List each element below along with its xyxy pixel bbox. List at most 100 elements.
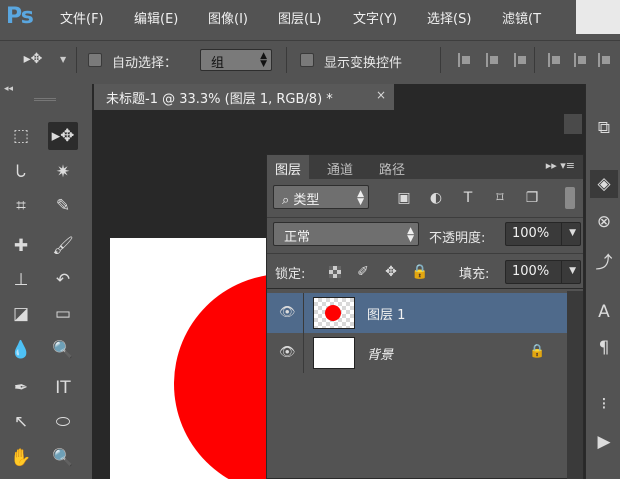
- filter-type-icon[interactable]: T: [459, 189, 477, 207]
- filter-shape-icon[interactable]: ⌑: [491, 189, 509, 207]
- collapse-icon[interactable]: ◂◂: [4, 84, 13, 94]
- move-tool-preset-icon[interactable]: ▸✥: [18, 45, 48, 73]
- opacity-value: 100%: [512, 226, 550, 241]
- filter-kind-value: 类型: [293, 193, 320, 208]
- swatches-icon[interactable]: ⁝: [590, 390, 618, 418]
- adjustments-icon[interactable]: ⊗: [590, 208, 618, 236]
- lock-position-icon[interactable]: ✥: [383, 264, 399, 280]
- type-tool-icon[interactable]: IT: [48, 374, 78, 402]
- menu-filter[interactable]: 滤镜(T: [502, 8, 541, 27]
- show-transform-checkbox[interactable]: [300, 53, 314, 67]
- layer-name: 背景: [367, 348, 394, 363]
- eye-icon[interactable]: 👁: [279, 305, 296, 320]
- lasso-tool-icon[interactable]: ᘂ: [6, 158, 36, 186]
- paths-icon[interactable]: ⤴: [590, 246, 618, 274]
- dodge-tool-icon[interactable]: 🔍: [48, 336, 78, 364]
- chevron-updown-icon: ▲ ▼: [407, 226, 414, 244]
- actions-play-icon[interactable]: ▶: [590, 428, 618, 456]
- panel-menu-icon[interactable]: ▸▸ ▾≡: [546, 159, 575, 172]
- divider: [76, 47, 77, 73]
- layer-name: 图层 1: [367, 308, 406, 323]
- crop-tool-icon[interactable]: ⌗: [6, 192, 36, 220]
- align-vcenter-icon[interactable]: [486, 53, 500, 67]
- magic-wand-tool-icon[interactable]: ✷: [48, 158, 78, 186]
- window-controls[interactable]: [576, 0, 620, 34]
- fill-label: 填充:: [459, 267, 490, 282]
- marquee-tool-icon[interactable]: ⬚: [6, 122, 36, 150]
- menu-type[interactable]: 文字(Y): [353, 8, 397, 27]
- tab-layers[interactable]: 图层: [267, 155, 310, 179]
- divider: [561, 261, 562, 283]
- filter-pixel-icon[interactable]: ▣: [395, 189, 413, 207]
- layers-stack-icon[interactable]: ◈: [590, 170, 618, 198]
- align-bottom-icon[interactable]: [514, 53, 528, 67]
- document-tab[interactable]: 未标题-1 @ 33.3% (图层 1, RGB/8) * ×: [94, 84, 394, 110]
- red-dot-thumbnail: [325, 305, 341, 321]
- paragraph-icon[interactable]: ¶: [590, 334, 618, 362]
- divider: [561, 223, 562, 245]
- menu-edit[interactable]: 编辑(E): [134, 8, 178, 27]
- filter-smart-object-icon[interactable]: ❐: [523, 189, 541, 207]
- canvas[interactable]: [110, 238, 270, 479]
- gradient-tool-icon[interactable]: ▭: [48, 300, 78, 328]
- lock-transparent-pixels-icon[interactable]: [329, 266, 341, 278]
- filter-toggle[interactable]: [565, 187, 575, 209]
- align-left-icon[interactable]: [548, 53, 562, 67]
- auto-select-dropdown[interactable]: 组 ▲ ▼: [200, 49, 272, 71]
- search-icon: ⌕: [282, 193, 290, 208]
- eraser-tool-icon[interactable]: ◪: [6, 300, 36, 328]
- auto-select-label: 自动选择：: [112, 56, 178, 71]
- divider: [534, 47, 535, 73]
- photoshop-logo: Ps: [6, 4, 34, 29]
- tool-preset-chevron-icon[interactable]: ▼: [60, 55, 66, 64]
- blend-mode-value: 正常: [284, 230, 311, 245]
- align-right-icon[interactable]: [598, 53, 612, 67]
- blur-tool-icon[interactable]: 💧: [6, 336, 36, 364]
- align-hcenter-icon[interactable]: [574, 53, 588, 67]
- clone-stamp-tool-icon[interactable]: ⊥: [6, 266, 36, 294]
- auto-select-checkbox[interactable]: [88, 53, 102, 67]
- tab-paths[interactable]: 路径: [371, 155, 413, 179]
- lock-image-pixels-icon[interactable]: ✐: [355, 264, 371, 280]
- menu-image[interactable]: 图像(I): [208, 8, 248, 27]
- filter-adjustment-icon[interactable]: ◐: [427, 189, 445, 207]
- blend-row: 正常 ▲ ▼ 不透明度: 100% ▼: [267, 217, 583, 251]
- blend-mode-dropdown[interactable]: 正常 ▲ ▼: [273, 222, 419, 246]
- healing-brush-tool-icon[interactable]: ✚: [6, 232, 36, 260]
- menu-layer[interactable]: 图层(L): [278, 8, 321, 27]
- hand-tool-icon[interactable]: ✋: [6, 444, 36, 472]
- brush-tool-icon[interactable]: 🖌: [48, 232, 78, 260]
- lock-icon: 🔒: [529, 344, 546, 359]
- eye-icon[interactable]: 👁: [279, 345, 296, 360]
- document-scrollbar[interactable]: [564, 114, 582, 134]
- fill-field[interactable]: 100% ▼: [505, 260, 581, 284]
- history-brush-tool-icon[interactable]: ↶: [48, 266, 78, 294]
- align-top-icon[interactable]: [458, 53, 472, 67]
- libraries-icon[interactable]: ⧉: [590, 114, 618, 142]
- close-icon[interactable]: ×: [376, 88, 386, 102]
- layers-scrollbar[interactable]: [567, 291, 583, 479]
- tab-channels[interactable]: 通道: [319, 155, 361, 179]
- chevron-down-icon[interactable]: ▼: [569, 267, 576, 276]
- menu-file[interactable]: 文件(F): [60, 8, 104, 27]
- ellipse-tool-icon[interactable]: ⬭: [48, 408, 78, 436]
- chevron-down-icon[interactable]: ▼: [569, 229, 576, 238]
- character-icon[interactable]: A: [590, 298, 618, 326]
- path-selection-tool-icon[interactable]: ↖: [6, 408, 36, 436]
- panel-tabs: 图层 通道 路径 ▸▸ ▾≡: [267, 155, 583, 179]
- lock-label: 锁定:: [275, 267, 306, 282]
- eyedropper-tool-icon[interactable]: ✎: [48, 192, 78, 220]
- layer-row-layer-1[interactable]: 👁 图层 1: [267, 293, 567, 333]
- menu-select[interactable]: 选择(S): [427, 8, 471, 27]
- panel-grip[interactable]: [34, 98, 56, 101]
- filter-kind-dropdown[interactable]: ⌕ 类型 ▲ ▼: [273, 185, 369, 209]
- divider: [303, 293, 304, 333]
- divider: [303, 333, 304, 373]
- move-tool-icon[interactable]: ▸✥: [48, 122, 78, 150]
- zoom-tool-icon[interactable]: 🔍: [48, 444, 78, 472]
- pen-tool-icon[interactable]: ✒: [6, 374, 36, 402]
- opacity-field[interactable]: 100% ▼: [505, 222, 581, 246]
- layer-row-background[interactable]: 👁 背景 🔒: [267, 333, 567, 373]
- layer-thumbnail: [313, 337, 355, 369]
- lock-all-icon[interactable]: 🔒: [411, 264, 428, 280]
